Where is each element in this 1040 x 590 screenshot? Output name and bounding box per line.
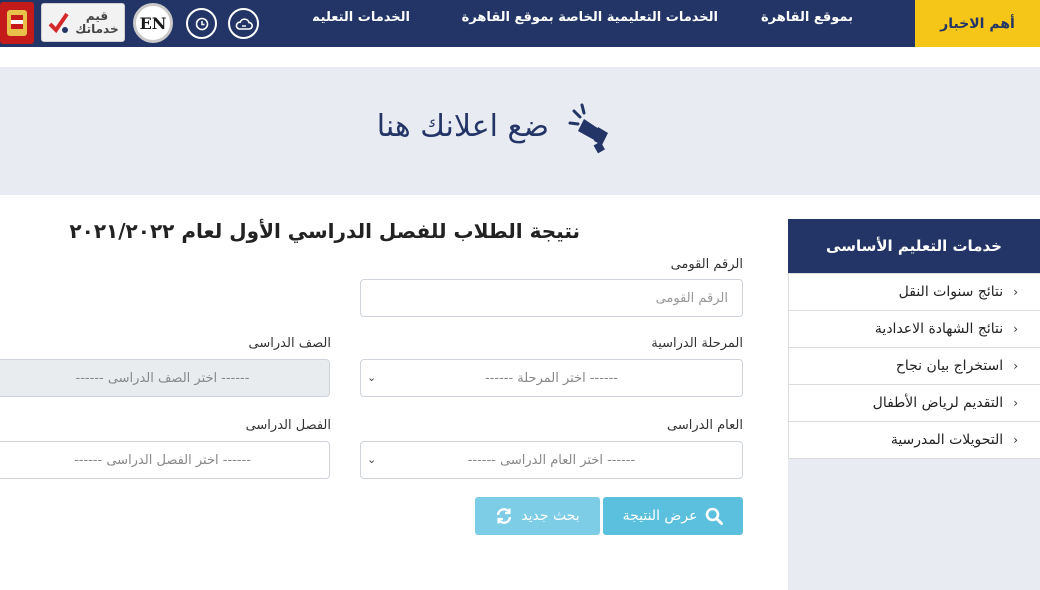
search-icon [706, 507, 724, 525]
chevron-right-icon: › [1013, 359, 1018, 373]
rate-check-icon [48, 12, 69, 33]
megaphone-icon [568, 103, 608, 154]
academic-year-select-value: ------ اختر العام الدراسى ------ [467, 452, 636, 468]
egypt-seal-icon[interactable] [0, 2, 34, 44]
sidebar-item-prep-certificate[interactable]: نتائج الشهادة الاعدادية › [789, 310, 1040, 347]
clock-icon [195, 17, 208, 30]
language-en-button[interactable]: EN [133, 3, 173, 43]
breaking-news-tab[interactable]: أهم الاخبار [915, 0, 1040, 47]
nav-link-egov-services[interactable]: الخدمات التعليمية [313, 10, 410, 25]
sidebar-item-label: التقديم لرياض الأطفال [872, 395, 1004, 411]
academic-year-select[interactable]: ------ اختر العام الدراسى ------ ⌄ [360, 441, 743, 479]
sidebar-item-kindergarten[interactable]: التقديم لرياض الأطفال › [789, 384, 1040, 421]
cloud-icon [235, 17, 253, 30]
sidebar: خدمات التعليم الأساسى نتائج سنوات النقل … [788, 219, 1040, 590]
sidebar-item-label: نتائج سنوات النقل [898, 284, 1004, 300]
new-search-button[interactable]: بحث جديد [475, 497, 600, 535]
ad-banner-text: ضع اعلانك هنا [376, 109, 549, 144]
caret-down-icon: ⌄ [367, 453, 377, 466]
national-id-placeholder: الرقم القومى [655, 290, 728, 306]
term-select[interactable]: ------ اختر الفصل الدراسى ------ [0, 441, 330, 479]
sidebar-item-success-statement[interactable]: استخراج بيان نجاح › [789, 347, 1040, 384]
grade-select-value: ------ اختر الصف الدراسى ------ [75, 370, 250, 386]
refresh-icon [497, 508, 512, 524]
nav-link-cairo[interactable]: بموقع القاهرة [761, 10, 853, 25]
sidebar-title: خدمات التعليم الأساسى [788, 219, 1040, 273]
national-id-label: الرقم القومى [670, 257, 743, 272]
rate-services-button[interactable]: قيم خدماتك [41, 3, 125, 42]
stage-select-value: ------ اختر المرحلة ------ [484, 370, 618, 386]
weather-button[interactable] [228, 8, 259, 39]
nav-link-education-services[interactable]: الخدمات التعليمية الخاصة بموقع القاهرة [462, 10, 718, 25]
sidebar-item-school-transfers[interactable]: التحويلات المدرسية › [789, 421, 1040, 458]
show-result-label: عرض النتيجة [622, 508, 698, 524]
academic-year-label: العام الدراسى [666, 418, 743, 433]
sidebar-item-label: استخراج بيان نجاح [895, 358, 1004, 374]
sidebar-menu: نتائج سنوات النقل › نتائج الشهادة الاعدا… [788, 273, 1040, 459]
page-title: نتيجة الطلاب للفصل الدراسي الأول لعام ٢٠… [69, 219, 580, 243]
chevron-right-icon: › [1013, 433, 1018, 447]
new-search-label: بحث جديد [521, 508, 580, 524]
sidebar-item-transfer-results[interactable]: نتائج سنوات النقل › [789, 273, 1040, 310]
national-id-input[interactable]: الرقم القومى [360, 279, 743, 317]
show-result-button[interactable]: عرض النتيجة [603, 497, 743, 535]
rate-services-label: قيم خدماتك [75, 8, 119, 36]
clock-button[interactable] [186, 8, 217, 39]
advertisement-banner[interactable]: ضع اعلانك هنا [0, 67, 1040, 195]
chevron-right-icon: › [1013, 396, 1018, 410]
chevron-right-icon: › [1013, 285, 1018, 299]
top-navigation-bar: أهم الاخبار بموقع القاهرة الخدمات التعلي… [0, 0, 1040, 47]
chevron-right-icon: › [1013, 322, 1018, 336]
stage-select[interactable]: ------ اختر المرحلة ------ ⌄ [360, 359, 743, 397]
sidebar-item-label: نتائج الشهادة الاعدادية [874, 321, 1004, 337]
grade-select[interactable]: ------ اختر الصف الدراسى ------ [0, 359, 330, 397]
sidebar-item-label: التحويلات المدرسية [890, 432, 1004, 448]
term-select-value: ------ اختر الفصل الدراسى ------ [74, 452, 251, 468]
grade-label: الصف الدراسى [248, 336, 331, 351]
term-label: الفصل الدراسى [245, 418, 331, 433]
stage-label: المرحلة الدراسية [651, 336, 743, 351]
caret-down-icon: ⌄ [367, 371, 377, 384]
